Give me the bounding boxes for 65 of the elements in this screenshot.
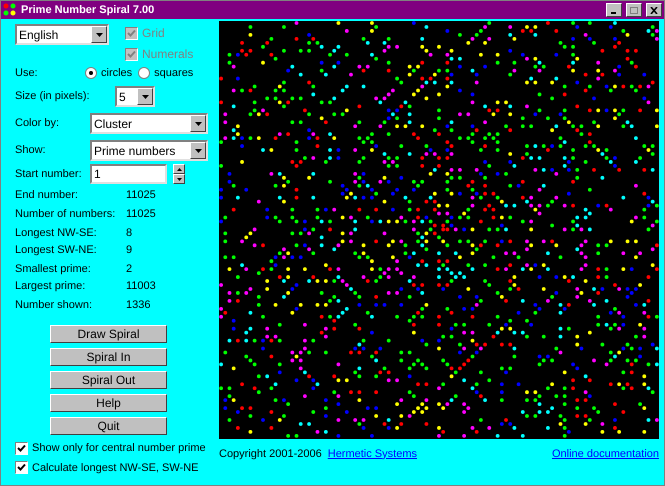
caret-down-icon	[194, 122, 202, 126]
color-by-label: Color by:	[15, 116, 60, 132]
checkbox[interactable]	[15, 461, 28, 474]
caret-up-icon	[176, 168, 182, 170]
stat-label: Longest SW-NE:	[15, 242, 98, 258]
check-icon	[127, 50, 136, 58]
checkbox-label: Grid	[142, 25, 165, 42]
stat-label: Longest NW-SE:	[15, 226, 98, 241]
close-icon	[650, 6, 658, 14]
spin-button[interactable]	[173, 174, 185, 184]
stat-value: 1336	[126, 298, 150, 313]
caret-down-icon	[176, 178, 182, 180]
size-dropdown[interactable]: 5	[115, 86, 155, 107]
stat-value: 11025	[126, 188, 156, 203]
close-button[interactable]	[646, 3, 662, 17]
show-dropdown[interactable]: Prime numbers	[90, 140, 208, 161]
action-button[interactable]: Help	[50, 394, 167, 412]
copyright-text: Copyright 2001-2006	[219, 446, 322, 462]
stat-label: Smallest prime:	[15, 262, 92, 277]
checkbox-label: Numerals	[142, 46, 194, 63]
check-icon	[127, 28, 136, 38]
online-documentation-link[interactable]: Online documentation	[552, 446, 659, 462]
dropdown-arrow-button[interactable]	[190, 115, 206, 132]
caret-down-icon	[194, 148, 202, 152]
size-label: Size (in pixels):	[15, 89, 91, 104]
checkbox[interactable]	[15, 442, 28, 455]
radio-label: circles	[101, 66, 132, 81]
check-icon	[17, 463, 26, 472]
checkbox-label: Calculate longest NW-SE, SW-NE	[32, 460, 198, 476]
maximize-icon	[630, 6, 638, 14]
stat-value: 8	[126, 226, 132, 241]
radio-label: squares	[154, 66, 194, 81]
stat-value: 2	[126, 262, 132, 277]
window-title: Prime Number Spiral 7.00	[21, 2, 156, 18]
radio-button[interactable]	[85, 67, 97, 79]
stat-label: Number of numbers:	[15, 206, 116, 222]
dropdown-arrow-button[interactable]	[137, 88, 153, 105]
stat-value: 9	[126, 242, 132, 258]
start-number-label: Start number:	[15, 166, 83, 182]
action-button[interactable]: Quit	[50, 417, 167, 435]
maximize-button[interactable]	[626, 3, 642, 17]
stat-label: Largest prime:	[15, 278, 86, 294]
dropdown-arrow-button[interactable]	[190, 142, 206, 159]
minimize-button[interactable]	[606, 3, 622, 17]
checkbox-label: Show only for central number prime	[32, 441, 206, 456]
spin-button[interactable]	[173, 164, 185, 174]
caret-down-icon	[96, 32, 102, 36]
hermetic-systems-link[interactable]: Hermetic Systems	[328, 446, 417, 462]
color-by-dropdown[interactable]: Cluster	[90, 113, 208, 134]
check-icon	[17, 444, 26, 453]
radio-button[interactable]	[138, 67, 150, 79]
action-button[interactable]: Spiral In	[50, 348, 167, 366]
action-button[interactable]: Draw Spiral	[50, 325, 167, 343]
stat-value: 11003	[126, 278, 156, 294]
action-button[interactable]: Spiral Out	[50, 371, 167, 389]
stat-label: End number:	[15, 188, 79, 203]
start-number-field[interactable]: 1	[90, 164, 167, 184]
stat-label: Number shown:	[15, 298, 94, 313]
language-dropdown[interactable]: English	[15, 24, 109, 45]
caret-down-icon	[142, 94, 148, 98]
app-dots-icon	[3, 3, 17, 17]
use-label: Use:	[15, 66, 39, 81]
show-label: Show:	[15, 143, 47, 158]
stat-value: 11025	[126, 206, 156, 222]
dropdown-arrow-button[interactable]	[91, 26, 107, 43]
